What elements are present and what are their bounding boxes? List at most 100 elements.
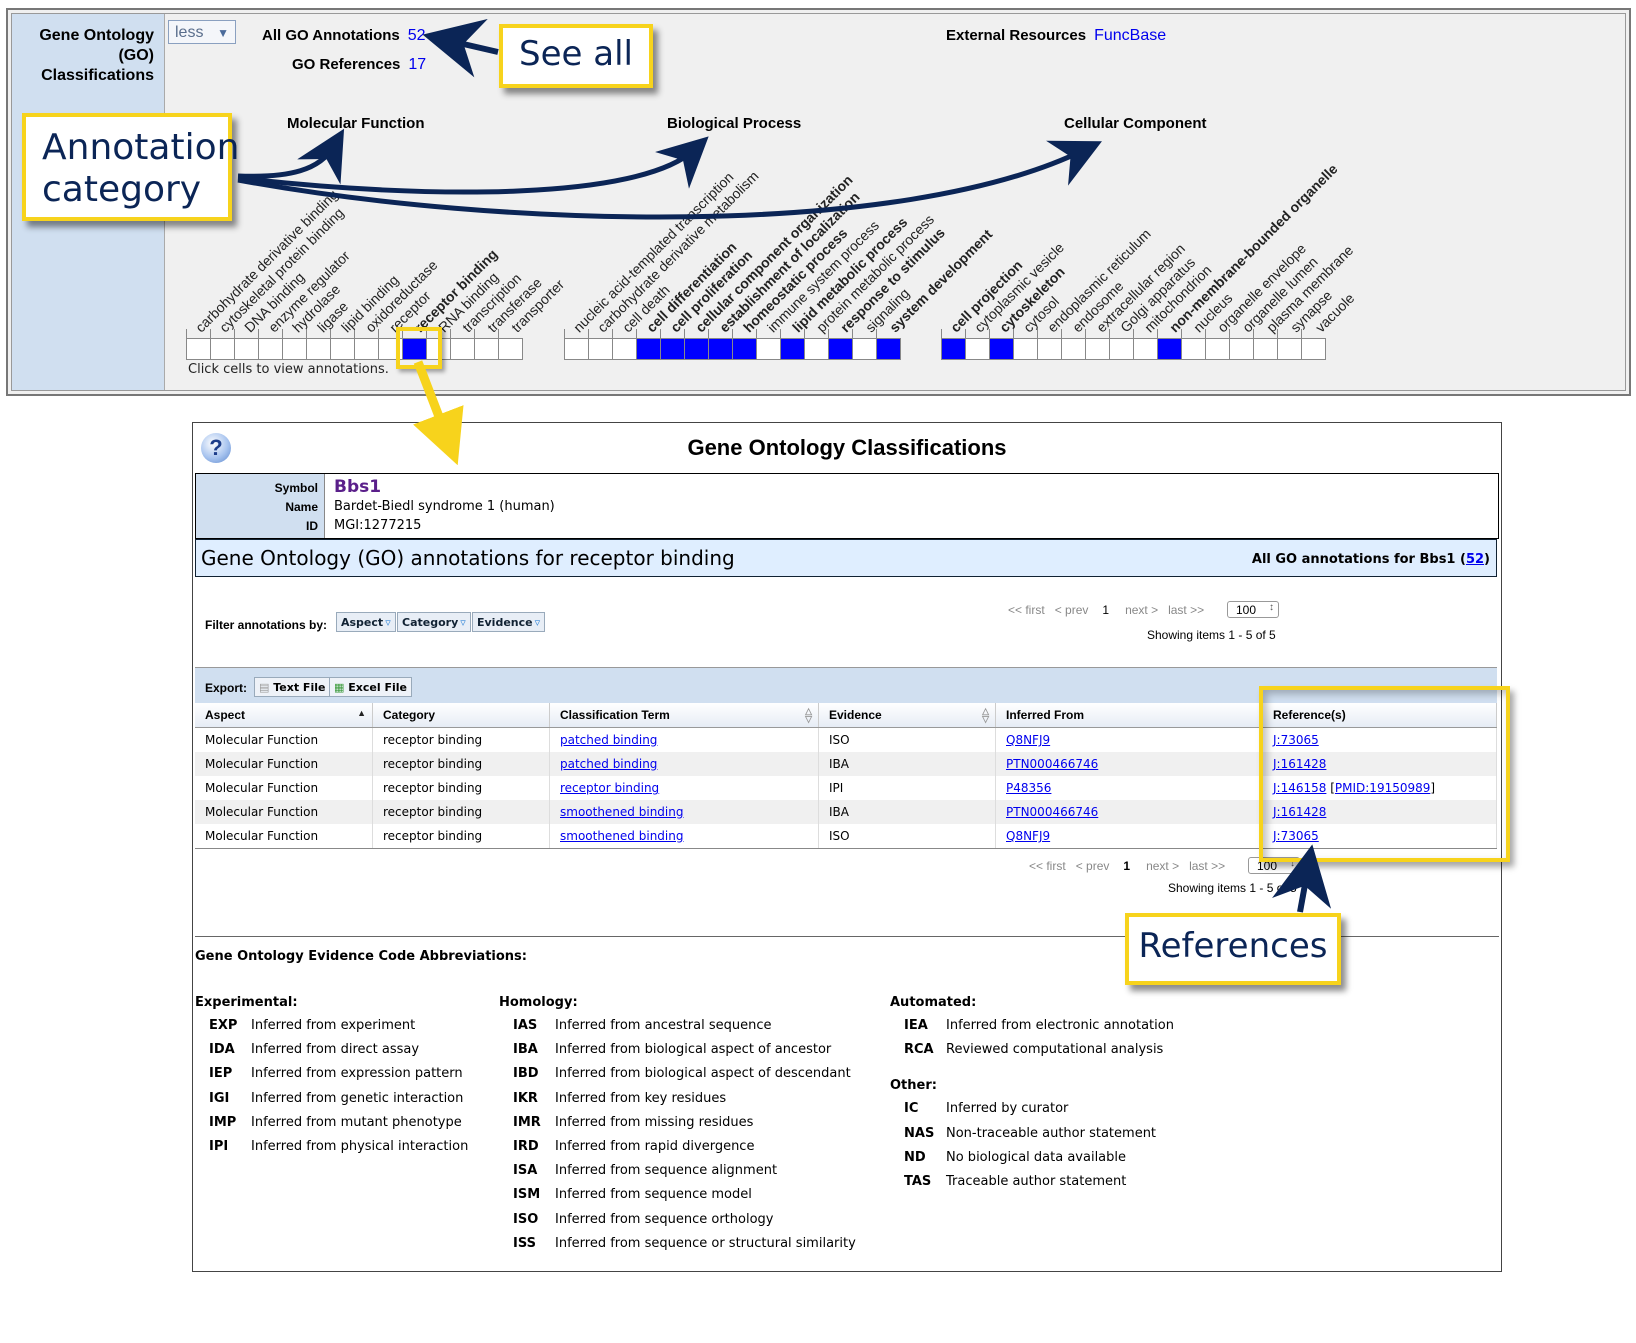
column-header-inferred-from[interactable]: Inferred From (995, 703, 1263, 728)
ribbon-cell[interactable] (282, 329, 307, 360)
term-link[interactable]: smoothened binding (560, 805, 683, 819)
ribbon-cell[interactable] (1061, 329, 1086, 360)
ribbon-cell[interactable] (354, 329, 379, 360)
ribbon-cell[interactable] (564, 329, 589, 360)
ribbon-cell[interactable] (852, 329, 877, 360)
inferred-from-link[interactable]: Q8NFJ9 (1006, 733, 1050, 747)
column-header-category[interactable]: Category (372, 703, 550, 728)
ribbon-cell[interactable] (780, 329, 805, 360)
ribbon-cell[interactable] (588, 329, 613, 360)
ribbon-cell[interactable] (1301, 329, 1326, 360)
evidence-description: Inferred from sequence model (555, 1187, 752, 1203)
ribbon-cell[interactable] (804, 329, 829, 360)
pager-last[interactable]: last >> (1189, 859, 1225, 873)
evidence-code: ISA (513, 1163, 538, 1179)
sort-ascending-icon: ▲ (357, 708, 366, 718)
cell-inferred-from: PTN000466746 (995, 800, 1263, 824)
evidence-code-row: EXP Inferred from experiment (195, 1018, 468, 1042)
ribbon-cell[interactable] (989, 329, 1014, 360)
pager-last[interactable]: last >> (1168, 603, 1204, 617)
funcbase-link[interactable]: FuncBase (1094, 27, 1166, 44)
cell-inferred-from: Q8NFJ9 (995, 824, 1263, 849)
ribbon-cell[interactable] (1109, 329, 1134, 360)
ribbon-cell[interactable] (941, 329, 966, 360)
inferred-from-link[interactable]: PTN000466746 (1006, 757, 1098, 771)
column-header-evidence[interactable]: Evidence △ ▽ (818, 703, 996, 728)
cell-inferred-from: Q8NFJ9 (995, 727, 1263, 752)
ribbon-cell[interactable] (612, 329, 637, 360)
pager-next[interactable]: next > (1125, 603, 1158, 617)
filter-evidence-button[interactable]: Evidence ▿ (472, 612, 546, 632)
inferred-from-link[interactable]: PTN000466746 (1006, 805, 1098, 819)
evidence-description: No biological data available (946, 1149, 1127, 1165)
ribbon-cell[interactable] (1133, 329, 1158, 360)
evidence-code: IMP (209, 1114, 237, 1130)
cell-tick (1013, 329, 1014, 339)
ribbon-cell[interactable] (1205, 329, 1230, 360)
term-link[interactable]: patched binding (560, 733, 657, 747)
pager-prev[interactable]: < prev (1076, 859, 1110, 873)
ribbon-cell[interactable] (828, 329, 853, 360)
cell-tick (354, 329, 355, 339)
ribbon-cell[interactable] (330, 329, 355, 360)
ribbon-cell[interactable] (876, 329, 901, 360)
export-excel-file-button[interactable]: ▦ Excel File (329, 677, 412, 697)
filter-category-button[interactable]: Category ▿ (397, 612, 471, 632)
ribbon-cell[interactable] (1037, 329, 1062, 360)
term-link[interactable]: smoothened binding (560, 829, 683, 843)
ribbon-cell[interactable] (732, 329, 757, 360)
cell-aspect: Molecular Function (195, 800, 373, 824)
pager-first[interactable]: << first (1029, 859, 1066, 873)
evidence-code-row: IRD Inferred from rapid divergence (499, 1139, 856, 1163)
pager-first[interactable]: << first (1008, 603, 1045, 617)
ribbon-cell[interactable] (708, 329, 733, 360)
evidence-description: Inferred from sequence or structural sim… (555, 1235, 856, 1251)
column-header-classification-term[interactable]: Classification Term △ ▽ (549, 703, 819, 728)
cell-category: receptor binding (372, 727, 550, 752)
inferred-from-link[interactable]: P48356 (1006, 781, 1051, 795)
ribbon-cell[interactable] (756, 329, 781, 360)
ribbon-cell[interactable] (210, 329, 235, 360)
ribbon-cell[interactable] (1253, 329, 1278, 360)
pager-prev[interactable]: < prev (1055, 603, 1089, 617)
page-size-select-top[interactable]: 100 ↕ (1227, 601, 1279, 618)
ribbon-cell[interactable] (636, 329, 661, 360)
ribbon-cell[interactable] (660, 329, 685, 360)
ribbon-cell[interactable] (1277, 329, 1302, 360)
export-text-file-button[interactable]: ▤ Text File (254, 677, 331, 697)
ribbon-cell[interactable] (1085, 329, 1110, 360)
all-go-count-link[interactable]: 52 (1466, 552, 1484, 567)
ribbon-cell[interactable] (1229, 329, 1254, 360)
ribbon-cell[interactable] (474, 329, 499, 360)
filter-aspect-button[interactable]: Aspect ▿ (336, 612, 396, 632)
evidence-code: IBD (513, 1066, 539, 1082)
ribbon-cell[interactable] (1181, 329, 1206, 360)
term-link[interactable]: receptor binding (560, 781, 659, 795)
inferred-from-link[interactable]: Q8NFJ9 (1006, 829, 1050, 843)
cell-tick (1109, 329, 1110, 339)
pager-next[interactable]: next > (1146, 859, 1179, 873)
ribbon-cell[interactable] (186, 329, 211, 360)
ribbon-cell[interactable] (234, 329, 259, 360)
cell-category: receptor binding (372, 752, 550, 776)
column-header-aspect[interactable]: Aspect ▲ (195, 703, 373, 728)
ribbon-cell[interactable] (1157, 329, 1182, 360)
less-more-select[interactable]: less ▼ (168, 20, 236, 44)
highlight-receptor-binding-cell (396, 327, 442, 369)
ribbon-cell[interactable] (1013, 329, 1038, 360)
evidence-description: Inferred by curator (946, 1101, 1069, 1117)
ribbon-cell[interactable] (498, 329, 523, 360)
ribbon-cell[interactable] (684, 329, 709, 360)
cell-term: smoothened binding (549, 800, 819, 824)
go-references-row: GO References 17 (292, 56, 426, 74)
ribbon-cell[interactable] (258, 329, 283, 360)
ribbon-cell[interactable] (450, 329, 475, 360)
term-link[interactable]: patched binding (560, 757, 657, 771)
ribbon-cell[interactable] (965, 329, 990, 360)
ribbon-cell[interactable] (306, 329, 331, 360)
all-go-annotations-link[interactable]: 52 (408, 27, 426, 44)
evidence-code: IGI (209, 1090, 230, 1106)
ribbon-label: Gene Ontology (GO) Classifications (39, 26, 154, 86)
go-references-link[interactable]: 17 (408, 56, 426, 73)
evidence-group-title: Automated: (890, 995, 977, 1010)
